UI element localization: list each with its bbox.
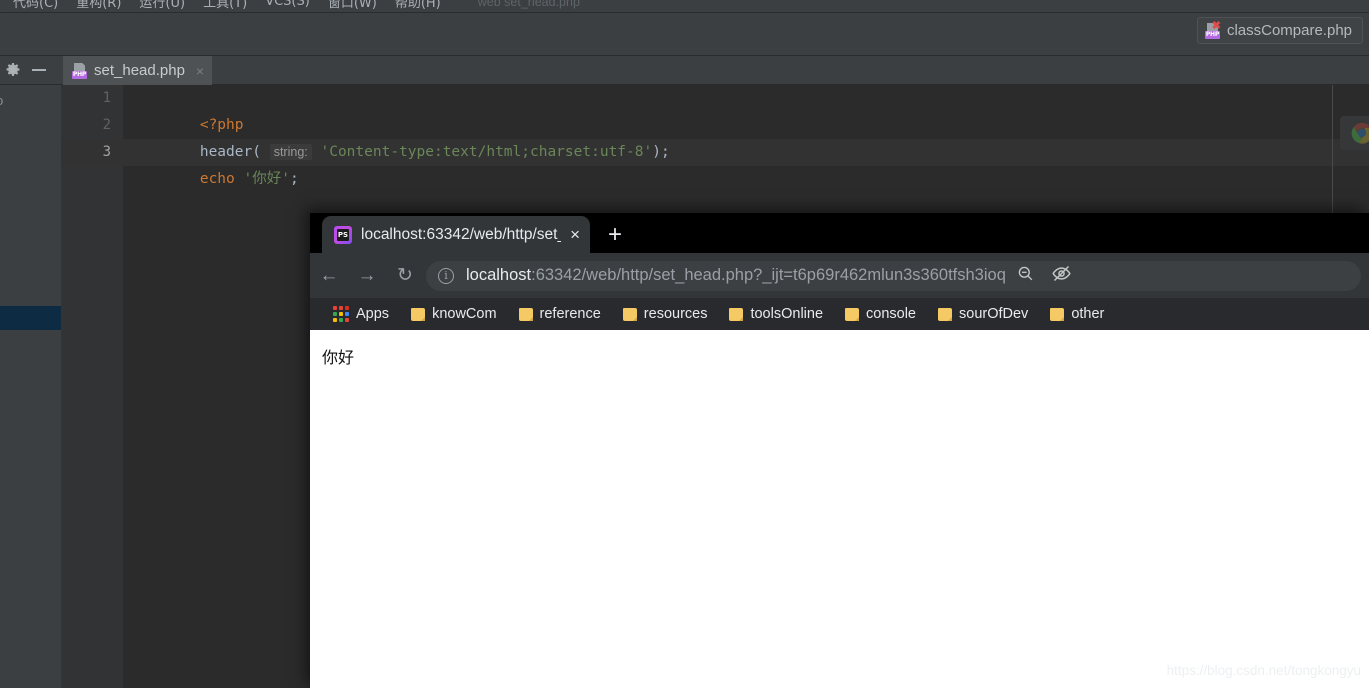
chrome-browser-window: PS localhost:63342/web/http/set_ × + ← →… <box>310 213 1369 688</box>
folder-icon <box>845 307 860 321</box>
browser-tab-strip: PS localhost:63342/web/http/set_ × + <box>310 213 1369 253</box>
ide-menubar: 代码(C) 重构(R) 运行(U) 工具(T) VCS(S) 窗口(W) 帮助(… <box>0 0 1369 13</box>
bookmark-sourofdev[interactable]: sourOfDev <box>929 303 1037 325</box>
menu-item-code[interactable]: 代码(C) <box>4 0 67 11</box>
new-tab-button[interactable]: + <box>608 223 622 247</box>
php-file-error-icon: PHP ✖ <box>1204 19 1221 39</box>
echo-keyword: echo <box>199 171 235 187</box>
parameter-hint: string: <box>269 144 312 160</box>
eye-slash-icon[interactable] <box>1051 263 1072 289</box>
breadcrumb: web set_head.php <box>477 0 580 9</box>
paren-open: ( <box>252 144 261 160</box>
editor-tab-bar: PHP set_head.php × <box>61 56 1369 85</box>
ide-toolbar <box>0 13 1369 56</box>
bookmark-toolsonline[interactable]: toolsOnline <box>720 303 832 325</box>
line-number: 1 <box>102 90 111 106</box>
watermark: https://blog.csdn.net/tongkongyu <box>1166 663 1361 678</box>
back-button[interactable]: ← <box>310 265 348 287</box>
minus-icon[interactable] <box>32 69 46 71</box>
bookmark-other[interactable]: other <box>1041 303 1113 325</box>
browser-tab-title: localhost:63342/web/http/set_ <box>361 225 561 243</box>
bookmark-label: console <box>866 306 916 322</box>
editor-tab-classcompare-label: classCompare.php <box>1226 22 1352 39</box>
bookmark-label: other <box>1071 306 1105 322</box>
editor-tab-set-head-label: set_head.php <box>94 62 185 79</box>
code-line-2: header( string: 'Content-type:text/html;… <box>123 112 1369 160</box>
bookmarks-bar: Apps knowCom reference resources toolsOn… <box>310 298 1369 330</box>
page-viewport: 你好 https://blog.csdn.net/tongkongyu <box>310 330 1369 688</box>
omnibox-actions <box>1006 263 1094 289</box>
menu-item-window[interactable]: 窗口(W) <box>319 0 386 11</box>
folder-icon <box>411 307 426 321</box>
browser-toolbar: ← → ↻ i localhost:63342/web/http/set_hea… <box>310 253 1369 298</box>
ide-left-tool-strip: o <box>0 56 61 688</box>
close-icon[interactable]: × <box>196 63 204 79</box>
bookmark-label: sourOfDev <box>959 306 1029 322</box>
phpstorm-favicon: PS <box>334 225 352 244</box>
bookmark-label: toolsOnline <box>750 306 824 322</box>
bookmark-resources[interactable]: resources <box>614 303 717 325</box>
menu-item-vcs[interactable]: VCS(S) <box>256 0 319 9</box>
reload-button[interactable]: ↻ <box>386 264 424 287</box>
chrome-browser-icon[interactable] <box>1340 116 1369 150</box>
left-strip-clipped-label: o <box>0 93 61 108</box>
folder-icon <box>729 307 744 321</box>
menu-item-help[interactable]: 帮助(H) <box>386 0 450 11</box>
address-bar-url: localhost:63342/web/http/set_head.php?_i… <box>466 266 1006 285</box>
echo-string-literal: '你好' <box>243 171 290 187</box>
forward-button[interactable]: → <box>348 265 386 287</box>
code-line-1: <?php <box>123 85 1369 133</box>
zoom-out-icon[interactable] <box>1016 264 1035 288</box>
folder-icon <box>622 307 637 321</box>
bookmark-apps[interactable]: Apps <box>324 303 398 325</box>
folder-icon <box>938 307 952 321</box>
folder-icon <box>1050 307 1065 321</box>
close-icon[interactable]: × <box>570 226 580 243</box>
php-file-icon: PHP <box>72 62 87 79</box>
bookmark-label: resources <box>643 306 708 322</box>
url-host: localhost <box>466 266 532 284</box>
line2-tail: ); <box>652 144 670 160</box>
bookmark-knowcom[interactable]: knowCom <box>402 303 505 325</box>
browser-tab[interactable]: PS localhost:63342/web/http/set_ × <box>322 216 590 253</box>
address-bar[interactable]: i localhost:63342/web/http/set_head.php?… <box>426 260 1361 291</box>
bookmark-reference[interactable]: reference <box>510 303 610 325</box>
gear-icon[interactable] <box>6 63 20 77</box>
project-tree-selected-row[interactable] <box>0 306 61 330</box>
line-number: 2 <box>102 117 111 133</box>
php-open-tag: <?php <box>199 117 244 133</box>
folder-icon <box>518 307 533 321</box>
editor-tab-classcompare[interactable]: PHP ✖ classCompare.php <box>1196 17 1363 44</box>
bookmark-label: reference <box>539 306 601 322</box>
apps-grid-icon <box>333 306 349 322</box>
bookmark-console[interactable]: console <box>836 303 925 325</box>
menu-item-refactor[interactable]: 重构(R) <box>67 0 130 11</box>
line-number: 3 <box>61 139 123 166</box>
page-body-text: 你好 <box>322 348 355 367</box>
url-path: :63342/web/http/set_head.php?_ijt=t6p69r… <box>531 266 1006 284</box>
info-icon[interactable]: i <box>438 267 454 284</box>
left-strip-header <box>0 56 61 85</box>
editor-tab-set-head[interactable]: PHP set_head.php × <box>63 56 213 85</box>
header-function-name: header <box>199 144 253 160</box>
bookmark-label: knowCom <box>432 306 497 322</box>
menu-item-tools[interactable]: 工具(T) <box>194 0 256 11</box>
bookmark-label: Apps <box>356 306 390 322</box>
header-string-literal: 'Content-type:text/html;charset:utf-8' <box>320 144 653 160</box>
menu-item-run[interactable]: 运行(U) <box>130 0 194 11</box>
line3-tail: ; <box>289 171 299 187</box>
editor-gutter: 1 2 3 <box>61 85 123 688</box>
